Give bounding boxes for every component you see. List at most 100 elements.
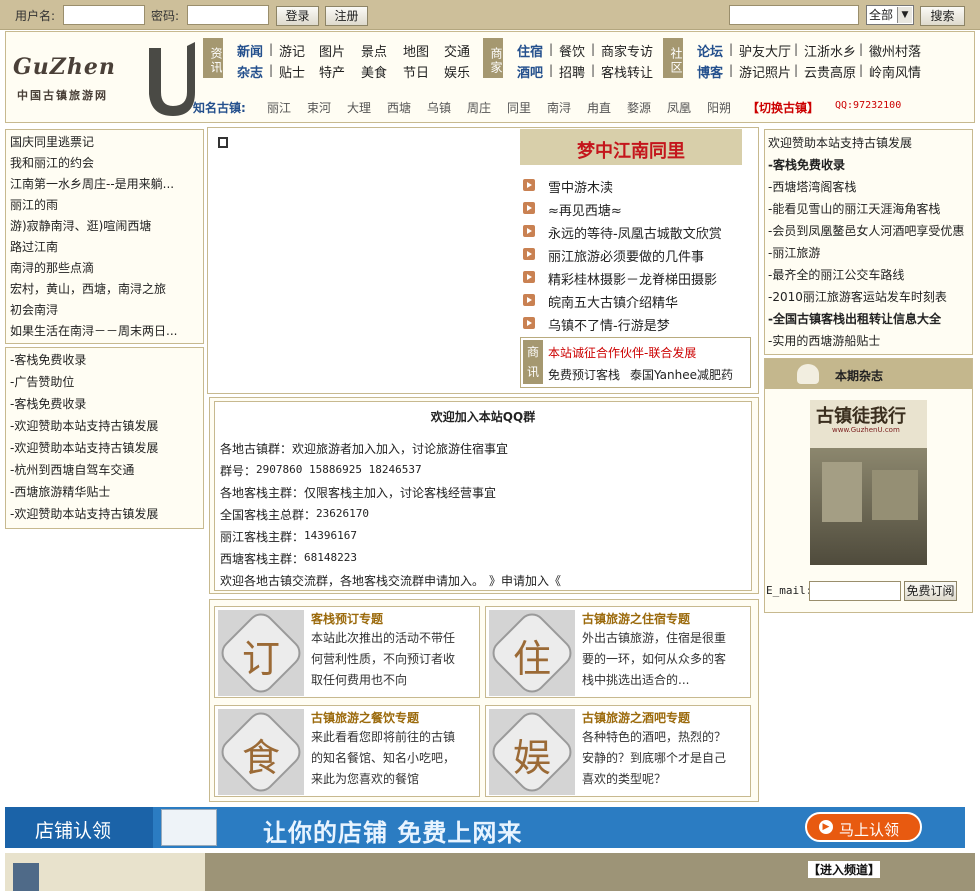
list-item[interactable]: 南浔的那些点滴: [10, 258, 203, 279]
list-item[interactable]: -实用的西塘游船贴士: [768, 330, 972, 352]
nav-item[interactable]: 餐饮: [559, 41, 585, 60]
town-link[interactable]: 大理: [347, 99, 371, 116]
town-link[interactable]: 西塘: [387, 99, 411, 116]
topic-card[interactable]: 娱 古镇旅游之酒吧专题 各种特色的酒吧，热烈的？安静的？到底哪个才是自己喜欢的类…: [485, 705, 751, 798]
list-item[interactable]: 初会南浔: [10, 300, 203, 321]
nav-item[interactable]: 云贵高原: [804, 62, 856, 81]
town-link[interactable]: 周庄: [467, 99, 491, 116]
list-item[interactable]: 欢迎赞助本站支持古镇发展: [768, 132, 972, 154]
nav-item[interactable]: 娱乐: [444, 62, 470, 81]
news-item[interactable]: 乌镇不了情-行游是梦: [548, 315, 670, 334]
list-item[interactable]: -客栈免费收录: [10, 349, 203, 371]
hero-title[interactable]: 梦中江南同里: [520, 137, 742, 163]
nav-item[interactable]: 地图: [403, 41, 429, 60]
list-item[interactable]: -广告赞助位: [10, 371, 203, 393]
list-item[interactable]: 路过江南: [10, 237, 203, 258]
list-item[interactable]: -2010丽江旅游客运站发车时刻表: [768, 286, 972, 308]
nav-item[interactable]: 新闻: [237, 41, 263, 60]
list-item[interactable]: -客栈免费收录: [10, 393, 203, 415]
topic-card[interactable]: 住 古镇旅游之住宿专题 外出古镇旅游，住宿是很重要的一环，如何从众多的客栈中挑选…: [485, 606, 751, 699]
nav-item[interactable]: 博客: [697, 62, 723, 81]
username-input[interactable]: [63, 5, 145, 25]
list-item[interactable]: 如果生活在南浔－－周末两日...: [10, 321, 203, 342]
list-item[interactable]: -客栈免费收录: [768, 154, 972, 176]
nav-item[interactable]: 节日: [403, 62, 429, 81]
list-item[interactable]: 游)寂静南浔、逛)喧闹西塘: [10, 216, 203, 237]
list-item[interactable]: -杭州到西塘自驾车交通: [10, 459, 203, 481]
nav-item[interactable]: 图片: [319, 41, 345, 60]
list-item[interactable]: -欢迎赞助本站支持古镇发展: [10, 437, 203, 459]
topic-title[interactable]: 古镇旅游之餐饮专题: [311, 709, 419, 726]
nav-item[interactable]: 徽州村落: [869, 41, 921, 60]
town-link[interactable]: 同里: [507, 99, 531, 116]
promo-link[interactable]: 泰国Yanhee减肥药: [630, 366, 733, 383]
login-button[interactable]: 登录: [276, 6, 319, 26]
list-item[interactable]: -能看见雪山的丽江天涯海角客栈: [768, 198, 972, 220]
town-link[interactable]: 婺源: [627, 99, 651, 116]
site-logo[interactable]: GuZhen 中国古镇旅游网: [11, 32, 197, 122]
list-item[interactable]: -欢迎赞助本站支持古镇发展: [10, 503, 203, 525]
nav-item[interactable]: 客栈转让: [601, 62, 653, 81]
nav-item[interactable]: 招聘: [559, 62, 585, 81]
nav-item[interactable]: 住宿: [517, 41, 543, 60]
register-button[interactable]: 注册: [325, 6, 368, 26]
news-item[interactable]: 精彩桂林摄影－龙脊梯田摄影: [548, 269, 717, 288]
enter-channel-link[interactable]: 【进入频道】: [808, 861, 881, 878]
list-item[interactable]: 我和丽江的约会: [10, 153, 203, 174]
news-item[interactable]: ≈再见西塘≈: [548, 200, 622, 219]
nav-item[interactable]: 岭南风情: [869, 62, 921, 81]
list-item[interactable]: 宏村，黄山，西塘，南浔之旅: [10, 279, 203, 300]
list-item[interactable]: 江南第一水乡周庄--是用来躺...: [10, 174, 203, 195]
nav-item[interactable]: 景点: [361, 41, 387, 60]
list-item[interactable]: -西塘旅游精华贴士: [10, 481, 203, 503]
shop-claim-banner[interactable]: 店铺认领 让你的店铺 免费上网来 ▶ 马上认领: [5, 807, 965, 848]
promo-link[interactable]: 免费预订客栈: [548, 366, 620, 383]
list-item[interactable]: -全国古镇客栈出租转让信息大全: [768, 308, 972, 330]
town-link[interactable]: 乌镇: [427, 99, 451, 116]
town-link[interactable]: 阳朔: [707, 99, 731, 116]
magazine-cover[interactable]: 古镇徒我行 www.GuzhenU.com: [810, 400, 927, 565]
list-item[interactable]: 丽江的雨: [10, 195, 203, 216]
claim-now-button[interactable]: ▶ 马上认领: [805, 812, 922, 842]
nav-item[interactable]: 驴友大厅: [739, 41, 791, 60]
nav-item[interactable]: 江浙水乡: [804, 41, 856, 60]
list-item[interactable]: 国庆同里逃票记: [10, 132, 203, 153]
news-item[interactable]: 永远的等待-凤凰古城散文欣赏: [548, 223, 722, 242]
nav-item[interactable]: 贴士: [279, 62, 305, 81]
search-button[interactable]: 搜索: [920, 6, 965, 26]
nav-item[interactable]: 特产: [319, 62, 345, 81]
list-item[interactable]: -会员到凤凰鳌邑女人河酒吧享受优惠: [768, 220, 972, 242]
subscribe-button[interactable]: 免费订阅: [904, 581, 957, 601]
nav-item[interactable]: 论坛: [697, 41, 723, 60]
list-item[interactable]: -西塘塔湾阁客栈: [768, 176, 972, 198]
list-item[interactable]: -丽江旅游: [768, 242, 972, 264]
town-link[interactable]: 束河: [307, 99, 331, 116]
nav-item[interactable]: 商家专访: [601, 41, 653, 60]
news-item[interactable]: 雪中游木渎: [548, 177, 613, 196]
promo-link[interactable]: 本站诚征合作伙伴-联合发展: [548, 344, 696, 361]
nav-item[interactable]: 游记: [279, 41, 305, 60]
topic-card[interactable]: 食 古镇旅游之餐饮专题 来此看看您即将前往的古镇的知名餐馆、知名小吃吧，来此为您…: [214, 705, 480, 798]
list-item[interactable]: -最齐全的丽江公交车路线: [768, 264, 972, 286]
town-link[interactable]: 南浔: [547, 99, 571, 116]
news-item[interactable]: 皖南五大古镇介绍精华: [548, 292, 678, 311]
password-input[interactable]: [187, 5, 269, 25]
list-item[interactable]: -欢迎赞助本站支持古镇发展: [10, 415, 203, 437]
town-link[interactable]: 甪直: [587, 99, 611, 116]
nav-item[interactable]: 酒吧: [517, 62, 543, 81]
search-input[interactable]: [729, 5, 859, 25]
nav-item[interactable]: 交通: [444, 41, 470, 60]
town-link[interactable]: 凤凰: [667, 99, 691, 116]
topic-title[interactable]: 古镇旅游之酒吧专题: [582, 709, 690, 726]
apply-join-link[interactable]: 》申请加入《: [489, 572, 561, 589]
town-link[interactable]: 丽江: [267, 99, 291, 116]
topic-title[interactable]: 客栈预订专题: [311, 610, 383, 627]
news-item[interactable]: 丽江旅游必须要做的几件事: [548, 246, 704, 265]
email-input[interactable]: [809, 581, 901, 601]
topic-card[interactable]: 订 客栈预订专题 本站此次推出的活动不带任何营利性质，不向预订者收取任何费用也不…: [214, 606, 480, 699]
nav-item[interactable]: 游记照片: [739, 62, 791, 81]
slideshow-area[interactable]: [216, 152, 512, 382]
switch-town-link[interactable]: 【切换古镇】: [747, 99, 819, 116]
search-scope-select[interactable]: 全部 ▼: [866, 5, 914, 25]
nav-item[interactable]: 美食: [361, 62, 387, 81]
